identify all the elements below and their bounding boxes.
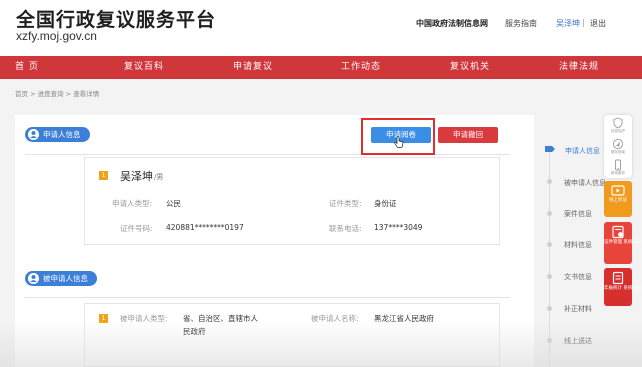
breadcrumb-separator: > (28, 90, 38, 98)
breadcrumb-progress[interactable]: 进度查询 (38, 90, 64, 98)
applicant-section-tag: 申请人信息 (25, 127, 90, 142)
respondent-type-value-line2: 民政府 (183, 327, 206, 336)
certificate-management-label: 证件管理 系统入口 (604, 240, 642, 245)
nav-item-authorities[interactable]: 复议机关 (450, 56, 490, 79)
user-name-link[interactable]: 吴泽坤 (556, 18, 580, 29)
section-divider (25, 297, 510, 298)
side-item-label: 信息保护 (611, 129, 625, 133)
breadcrumb-current: 查看详情 (73, 90, 100, 98)
nav-item-encyclopedia[interactable]: 复议百科 (124, 56, 164, 79)
timeline-item-case[interactable]: 案件信息 (564, 209, 592, 219)
document-icon (612, 271, 624, 285)
side-item-mobile[interactable]: 移动服务 (604, 157, 632, 178)
id-type-label: 证件类型: (329, 199, 362, 208)
timeline-item-online-delivery[interactable]: 线上送达 (564, 336, 592, 346)
legal-info-link[interactable]: 中国政府法制信息网 (416, 18, 488, 29)
applicant-gender: /男 (154, 173, 164, 181)
id-number-label: 证件号码: (120, 224, 153, 233)
user-icon (28, 273, 39, 284)
timeline-item-documents[interactable]: 文书信息 (564, 272, 592, 282)
respondent-section-tag: 被申请人信息 (25, 271, 97, 286)
annual-statistics-button[interactable]: 年报统计 系统入口 (604, 268, 642, 306)
respondent-name-label: 被申请人名称: (311, 314, 359, 323)
timeline-dot (547, 306, 552, 311)
site-domain: xzfy.moj.gov.cn (16, 29, 97, 43)
applicant-name: 吴泽坤 (120, 170, 153, 183)
nav-item-home[interactable]: 首 页 (15, 56, 39, 79)
apply-withdraw-button[interactable]: 申请撤回 (438, 127, 498, 143)
section-divider (25, 154, 510, 155)
annual-statistics-label: 年报统计 系统入口 (604, 286, 642, 291)
timeline-dot (547, 338, 552, 343)
breadcrumb-separator: > (63, 90, 74, 98)
timeline-active-marker (545, 146, 555, 152)
respondent-section-title: 被申请人信息 (43, 274, 88, 283)
side-item-info-protection[interactable]: 信息保护 (604, 115, 632, 136)
online-hearing-label: 线上听证 (609, 198, 627, 203)
respondent-type-label: 被申请人类型: (120, 314, 168, 323)
logout-link[interactable]: 退出 (590, 18, 606, 29)
timeline-item-respondent[interactable]: 被申请人信息 (564, 178, 606, 188)
id-number-value: 420881********0197 (166, 223, 244, 232)
user-icon (28, 129, 39, 140)
certificate-icon (612, 225, 624, 239)
online-hearing-button[interactable]: 线上听证 (604, 181, 632, 217)
timeline-dot (547, 179, 552, 184)
applicant-type-value: 公民 (166, 199, 181, 208)
timeline-dot (547, 242, 552, 247)
site-title[interactable]: 全国行政复议服务平台 (16, 5, 216, 32)
certificate-management-button[interactable]: 证件管理 系统入口 (604, 222, 642, 264)
side-item-label: 移动服务 (611, 171, 625, 175)
shield-icon (613, 117, 623, 129)
respondent-type-value-line1: 省、自治区、直辖市人 (183, 314, 258, 323)
timeline-item-supplement[interactable]: 补正材料 (564, 304, 592, 314)
id-type-value: 身份证 (374, 199, 397, 208)
phone-value: 137****3049 (374, 223, 423, 232)
phone-label: 联系电话: (329, 224, 362, 233)
service-guide-link[interactable]: 服务指南 (505, 18, 537, 29)
timeline-item-applicant[interactable]: 申请人信息 (565, 146, 600, 156)
respondent-index-badge: 1 (99, 314, 108, 323)
timeline-item-materials[interactable]: 材料信息 (564, 240, 592, 250)
respondent-name-value: 黑龙江省人民政府 (374, 314, 434, 323)
nav-item-news[interactable]: 工作动态 (341, 56, 381, 79)
site-header: 全国行政复议服务平台 xzfy.moj.gov.cn 中国政府法制信息网 服务指… (0, 0, 642, 56)
main-navbar: 首 页 复议百科 申请复议 工作动态 复议机关 法律法规 (0, 56, 642, 79)
applicant-index-badge: 1 (99, 171, 108, 180)
header-separator: | (582, 18, 585, 27)
side-item-guide[interactable]: 服务指南 (604, 136, 632, 157)
applicant-type-label: 申请人类型: (112, 199, 153, 208)
nav-item-laws[interactable]: 法律法规 (559, 56, 599, 79)
phone-icon (615, 159, 621, 171)
applicant-section-title: 申请人信息 (43, 130, 81, 139)
side-tool-panel: 信息保护 服务指南 移动服务 (604, 115, 632, 178)
nav-item-apply[interactable]: 申请复议 (233, 56, 273, 79)
hand-cursor-icon (394, 136, 404, 148)
send-icon (612, 138, 624, 150)
video-icon (611, 185, 625, 196)
side-item-label: 服务指南 (611, 150, 625, 154)
breadcrumb-home[interactable]: 首页 (15, 90, 28, 98)
timeline-dot (547, 211, 552, 216)
timeline-dot (547, 274, 552, 279)
breadcrumb: 首页 > 进度查询 > 查看详情 (15, 88, 99, 98)
